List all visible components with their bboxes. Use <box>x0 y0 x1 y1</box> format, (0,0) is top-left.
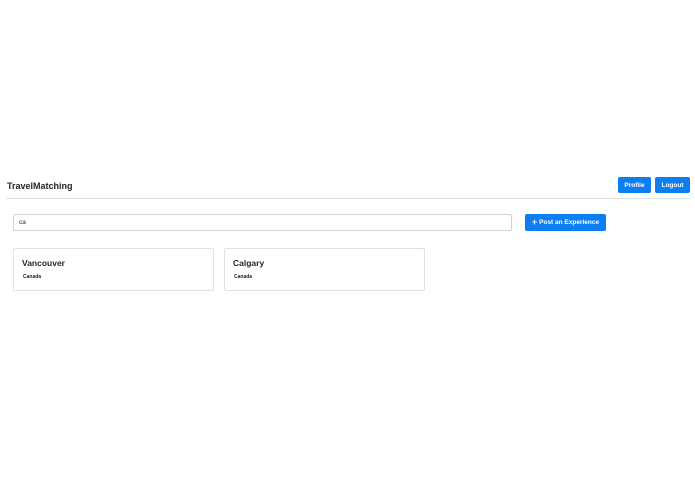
logout-button[interactable]: Logout <box>655 177 690 193</box>
card-city: Vancouver <box>22 258 65 268</box>
post-experience-button[interactable]: + Post an Experience <box>525 214 606 231</box>
brand-title[interactable]: TravelMatching <box>7 181 73 191</box>
result-card-vancouver[interactable]: Vancouver Canada <box>13 248 214 291</box>
profile-button[interactable]: Profile <box>618 177 651 193</box>
card-country: Canada <box>23 274 42 280</box>
search-input[interactable] <box>13 214 512 231</box>
plus-icon: + <box>531 217 538 227</box>
card-country: Canada <box>234 274 253 280</box>
post-experience-label: Post an Experience <box>539 219 600 226</box>
page: TravelMatching Profile Logout + Post an … <box>0 0 695 494</box>
navbar: TravelMatching Profile Logout <box>6 176 690 199</box>
result-card-calgary[interactable]: Calgary Canada <box>224 248 425 291</box>
card-city: Calgary <box>233 258 265 268</box>
